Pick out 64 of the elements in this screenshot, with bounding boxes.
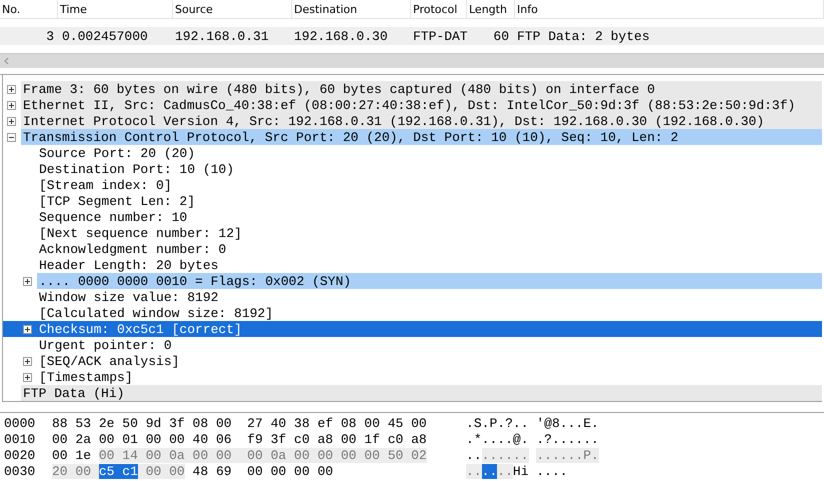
horizontal-scrollbar[interactable]	[0, 53, 824, 68]
ascii-dump: .S.P.?.. '@8...E.	[466, 416, 599, 430]
tree-row[interactable]: Header Length: 20 bytes	[3, 257, 822, 273]
expand-icon[interactable]	[23, 356, 32, 366]
column-header[interactable]: Source	[173, 0, 292, 18]
tree-label: Sequence number: 10	[38, 209, 188, 225]
hex-bytes: 20 00 c5 c1 00 00 48 69 00 00 00 00	[52, 464, 334, 478]
tree-label: Source Port: 20 (20)	[38, 145, 196, 161]
packet-row[interactable]: 3 0.002457000 192.168.0.31 192.168.0.30 FTP-DAT 60 FTP Data: 2 bytes	[0, 27, 824, 45]
column-header[interactable]: Length	[467, 0, 515, 18]
hex-offset: 0010	[4, 432, 36, 446]
table-cell-text: 192.168.0.31	[174, 28, 270, 44]
expand-icon[interactable]	[23, 276, 32, 286]
expand-icon[interactable]	[7, 116, 16, 126]
column-header[interactable]: Destination	[292, 0, 411, 18]
tree-row[interactable]: Acknowledgment number: 0	[3, 241, 822, 257]
table-cell-text: 192.168.0.30	[293, 28, 389, 44]
tree-row[interactable]: [Stream index: 0]	[3, 177, 822, 193]
expand-icon[interactable]	[23, 324, 32, 334]
ascii-dump: .*....@. .?......	[466, 432, 599, 446]
hex-bytes: 00 1e 00 14 00 0a 00 00 00 0a 00 00 00 00 50 02	[52, 448, 428, 462]
tree-row[interactable]: Destination Port: 10 (10)	[3, 161, 822, 177]
ascii-dump: ......Hi ....	[466, 464, 568, 478]
column-header[interactable]: Info	[515, 0, 824, 18]
tree-label: [Stream index: 0]	[38, 177, 173, 193]
hex-offset: 0020	[4, 448, 36, 462]
column-header[interactable]: No.	[0, 0, 58, 18]
tree-label: [Calculated window size: 8192]	[38, 305, 274, 321]
tree-row[interactable]: Sequence number: 10	[3, 209, 822, 225]
tree-label: Acknowledgment number: 0	[38, 241, 228, 257]
hex-offset: 0030	[4, 464, 36, 478]
tree-row[interactable]: [SEQ/ACK analysis]	[3, 353, 822, 369]
tree-label: Header Length: 20 bytes	[38, 257, 220, 273]
tree-row[interactable]: [Next sequence number: 12]	[3, 225, 822, 241]
expand-icon[interactable]	[23, 372, 32, 382]
tree-row[interactable]: Source Port: 20 (20)	[3, 145, 822, 161]
tree-label: Urgent pointer: 0	[38, 337, 173, 353]
expand-icon[interactable]	[7, 100, 16, 110]
collapse-icon[interactable]	[7, 132, 16, 142]
hex-bytes: 88 53 2e 50 9d 3f 08 00 27 40 38 ef 08 00 45 00	[52, 416, 428, 430]
tree-row[interactable]: [Calculated window size: 8192]	[3, 305, 822, 321]
table-cell-text: FTP Data: 2 bytes	[516, 28, 651, 44]
table-cell-text: 0.002457000	[61, 28, 149, 44]
tree-label: [Next sequence number: 12]	[38, 225, 243, 241]
tree-label: [TCP Segment Len: 2]	[38, 193, 196, 209]
tree-row[interactable]: Urgent pointer: 0	[3, 337, 822, 353]
table-cell-text: 60	[492, 28, 510, 44]
tree-row[interactable]: Checksum: 0xc5c1 [correct]	[3, 321, 822, 337]
tree-row[interactable]: Window size value: 8192	[3, 289, 822, 305]
expand-icon[interactable]	[7, 84, 16, 94]
hex-offset: 0000	[4, 416, 36, 430]
tree-row[interactable]: [Timestamps]	[3, 369, 822, 385]
column-header[interactable]: Protocol	[411, 0, 467, 18]
table-cell-text: 3	[45, 28, 55, 44]
tree-label: [SEQ/ACK analysis]	[38, 353, 180, 369]
hex-bytes: 00 2a 00 01 00 00 40 06 f9 3f c0 a8 00 1f c0 a8	[52, 432, 428, 446]
tree-label: Window size value: 8192	[38, 289, 220, 305]
tree-label: [Timestamps]	[38, 369, 134, 385]
table-cell-text: FTP-DAT	[412, 28, 467, 44]
tree-label: Checksum: 0xc5c1 [correct]	[38, 321, 243, 337]
tree-label: Destination Port: 10 (10)	[38, 161, 236, 177]
column-header[interactable]: Time	[58, 0, 173, 18]
ascii-dump: ........ ......P.	[466, 448, 599, 462]
tree-row[interactable]: [TCP Segment Len: 2]	[3, 193, 822, 209]
